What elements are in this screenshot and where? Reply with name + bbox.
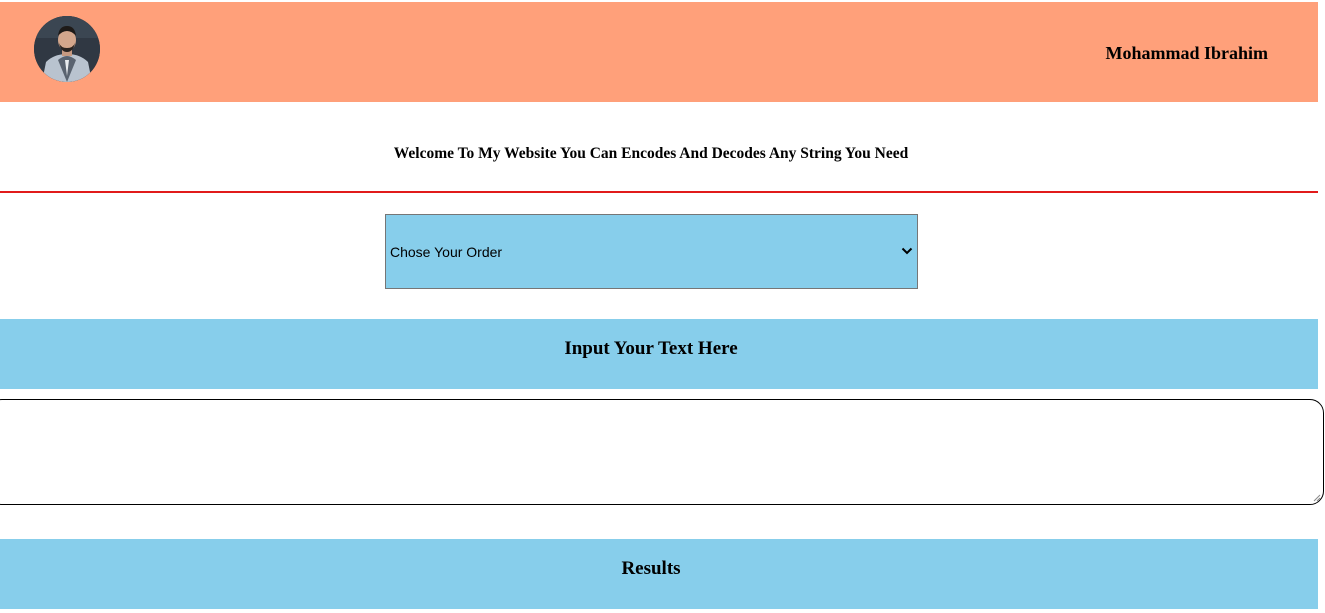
- site-header: Mohammad Ibrahim: [0, 2, 1318, 102]
- results-section-title: Results: [621, 558, 681, 579]
- input-section-header: Input Your Text Here: [0, 319, 1318, 389]
- page: Mohammad Ibrahim Welcome To My Website Y…: [0, 0, 1325, 613]
- chevron-down-icon: [901, 247, 913, 255]
- owner-name: Mohammad Ibrahim: [1105, 43, 1268, 63]
- welcome-heading: Welcome To My Website You Can Encodes An…: [393, 145, 909, 162]
- resize-grip-icon[interactable]: [1311, 492, 1321, 502]
- results-section-header: Results: [0, 539, 1318, 609]
- order-select[interactable]: Chose Your Order: [385, 214, 918, 289]
- divider: [0, 191, 1318, 193]
- avatar-photo: [34, 16, 100, 82]
- order-select-value: Chose Your Order: [390, 244, 503, 260]
- input-section-title: Input Your Text Here: [564, 338, 738, 359]
- text-input[interactable]: [0, 399, 1324, 505]
- avatar: [34, 16, 100, 82]
